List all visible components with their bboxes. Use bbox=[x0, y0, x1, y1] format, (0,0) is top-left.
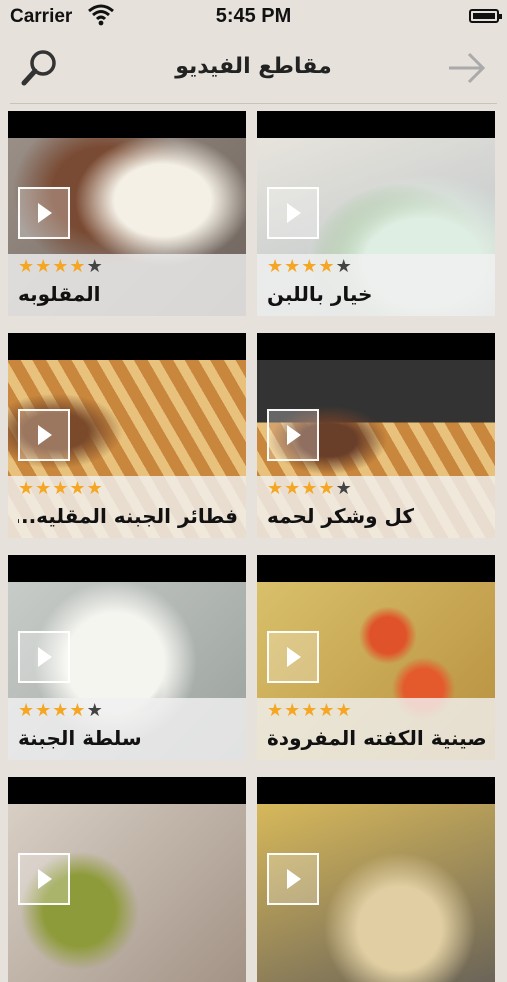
star-empty-icon: ★ bbox=[335, 478, 353, 499]
star-filled-icon: ★ bbox=[69, 700, 87, 721]
star-filled-icon: ★ bbox=[284, 700, 302, 721]
star-filled-icon: ★ bbox=[318, 478, 336, 499]
video-info: ★★★★★ خيار باللبن bbox=[257, 254, 495, 316]
navigation-bar: مقاطع الفيديو bbox=[0, 34, 507, 104]
battery-icon bbox=[469, 9, 502, 23]
video-title: المقلوبه bbox=[18, 282, 101, 306]
video-info: ★★★★★ كل وشكر لحمه bbox=[257, 476, 495, 538]
star-filled-icon: ★ bbox=[18, 700, 36, 721]
clock: 5:45 PM bbox=[215, 5, 292, 27]
video-title: كل وشكر لحمه bbox=[267, 504, 415, 528]
star-filled-icon: ★ bbox=[267, 256, 285, 277]
video-card[interactable]: ★★★★★ خيار باللبن bbox=[257, 111, 495, 316]
star-filled-icon: ★ bbox=[301, 256, 319, 277]
play-icon[interactable] bbox=[18, 853, 70, 905]
star-filled-icon: ★ bbox=[52, 478, 70, 499]
star-empty-icon: ★ bbox=[86, 256, 104, 277]
play-icon[interactable] bbox=[267, 187, 319, 239]
rating-stars: ★★★★★ bbox=[267, 478, 353, 500]
video-card[interactable]: ★★★★★ المقلوبه bbox=[8, 111, 246, 316]
video-info: ★★★★★ صينية الكفته المفرودة bbox=[257, 698, 495, 760]
video-card[interactable] bbox=[8, 777, 246, 982]
play-icon[interactable] bbox=[267, 853, 319, 905]
rating-stars: ★★★★★ bbox=[267, 700, 353, 722]
star-filled-icon: ★ bbox=[35, 478, 53, 499]
star-filled-icon: ★ bbox=[69, 256, 87, 277]
star-filled-icon: ★ bbox=[284, 478, 302, 499]
status-bar: Carrier 5:45 PM bbox=[0, 0, 507, 34]
video-info: ★★★★★ سلطة الجبنة bbox=[8, 698, 246, 760]
video-card[interactable]: ★★★★★ صينية الكفته المفرودة bbox=[257, 555, 495, 760]
star-filled-icon: ★ bbox=[284, 256, 302, 277]
video-title: صينية الكفته المفرودة bbox=[267, 726, 487, 750]
video-info: ★★★★★ فطائر الجبنه المقليه... bbox=[8, 476, 246, 538]
rating-stars: ★★★★★ bbox=[267, 256, 353, 278]
rating-stars: ★★★★★ bbox=[18, 700, 104, 722]
star-empty-icon: ★ bbox=[335, 256, 353, 277]
nav-divider bbox=[10, 103, 497, 104]
video-card[interactable]: ★★★★★ كل وشكر لحمه bbox=[257, 333, 495, 538]
star-filled-icon: ★ bbox=[18, 478, 36, 499]
star-filled-icon: ★ bbox=[35, 700, 53, 721]
video-title: خيار باللبن bbox=[267, 282, 373, 306]
star-filled-icon: ★ bbox=[267, 700, 285, 721]
rating-stars: ★★★★★ bbox=[18, 256, 104, 278]
video-title: سلطة الجبنة bbox=[18, 726, 142, 750]
play-icon[interactable] bbox=[18, 187, 70, 239]
video-card[interactable] bbox=[257, 777, 495, 982]
arrow-right-icon[interactable] bbox=[447, 50, 487, 86]
play-icon[interactable] bbox=[18, 409, 70, 461]
star-filled-icon: ★ bbox=[318, 256, 336, 277]
page-title: مقاطع الفيديو bbox=[175, 54, 332, 79]
video-title: فطائر الجبنه المقليه... bbox=[18, 504, 238, 528]
star-filled-icon: ★ bbox=[86, 478, 104, 499]
rating-stars: ★★★★★ bbox=[18, 478, 104, 500]
play-icon[interactable] bbox=[267, 631, 319, 683]
star-filled-icon: ★ bbox=[267, 478, 285, 499]
star-filled-icon: ★ bbox=[52, 256, 70, 277]
star-filled-icon: ★ bbox=[69, 478, 87, 499]
star-filled-icon: ★ bbox=[301, 478, 319, 499]
play-icon[interactable] bbox=[18, 631, 70, 683]
star-filled-icon: ★ bbox=[18, 256, 36, 277]
star-filled-icon: ★ bbox=[335, 700, 353, 721]
star-empty-icon: ★ bbox=[86, 700, 104, 721]
star-filled-icon: ★ bbox=[35, 256, 53, 277]
video-info: ★★★★★ المقلوبه bbox=[8, 254, 246, 316]
star-filled-icon: ★ bbox=[52, 700, 70, 721]
video-card[interactable]: ★★★★★ فطائر الجبنه المقليه... bbox=[8, 333, 246, 538]
star-filled-icon: ★ bbox=[301, 700, 319, 721]
star-filled-icon: ★ bbox=[318, 700, 336, 721]
video-card[interactable]: ★★★★★ سلطة الجبنة bbox=[8, 555, 246, 760]
play-icon[interactable] bbox=[267, 409, 319, 461]
